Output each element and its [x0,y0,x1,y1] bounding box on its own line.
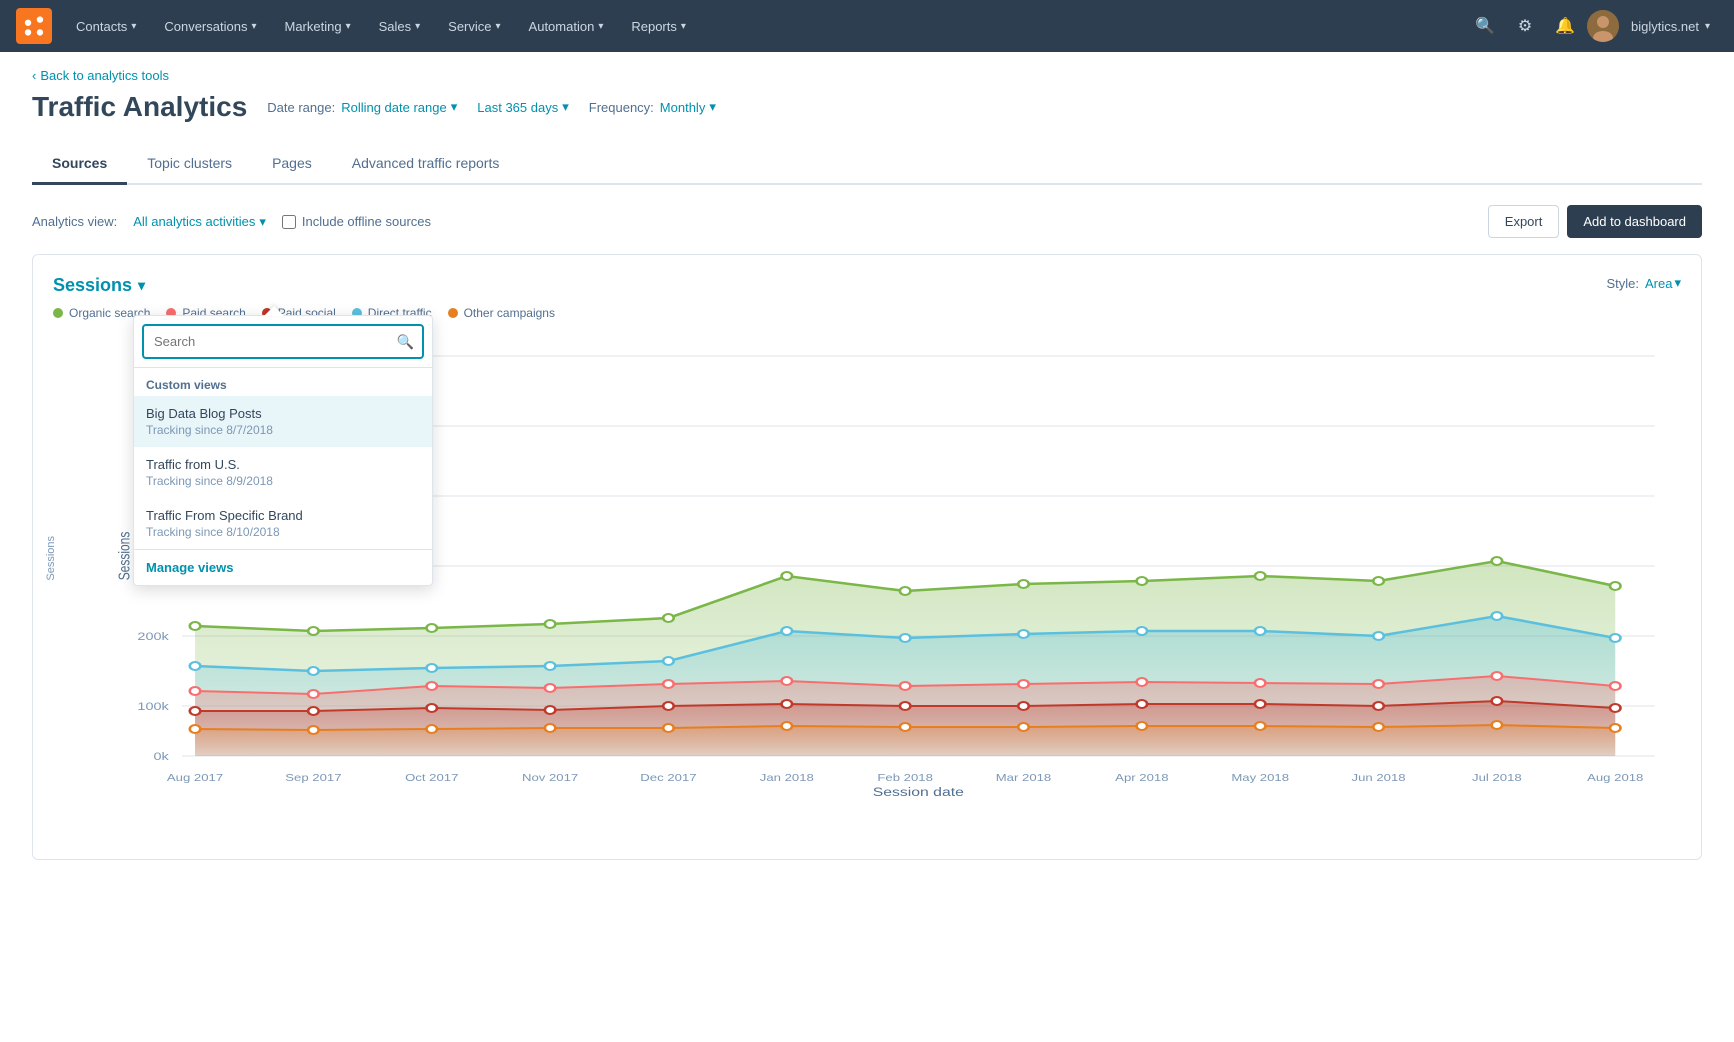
svg-text:Mar 2018: Mar 2018 [996,772,1052,783]
nav-automation[interactable]: Automation ▾ [517,0,616,52]
chevron-down-icon: ▾ [496,21,501,32]
chevron-down-icon: ▾ [562,99,569,115]
navbar: Contacts ▾ Conversations ▾ Marketing ▾ S… [0,0,1734,52]
svg-text:Sessions: Sessions [115,532,133,581]
nav-right: 🔍 ⚙ 🔔 biglytics.net ▾ [1467,8,1718,44]
tab-topic-clusters[interactable]: Topic clusters [127,143,252,183]
tab-advanced[interactable]: Advanced traffic reports [332,143,520,183]
svg-text:Aug 2017: Aug 2017 [167,772,223,783]
tab-sources[interactable]: Sources [32,143,127,183]
dropdown-scroll[interactable]: Custom views Big Data Blog Posts Trackin… [134,368,432,549]
date-period-button[interactable]: Last 365 days ▾ [477,99,568,115]
svg-text:Oct 2017: Oct 2017 [405,772,458,783]
dropdown-item-0[interactable]: Big Data Blog Posts Tracking since 8/7/2… [134,396,432,447]
toolbar-right: Export Add to dashboard [1488,205,1702,238]
date-period-group: Last 365 days ▾ [477,99,568,115]
nav-service[interactable]: Service ▾ [436,0,512,52]
svg-text:Sep 2017: Sep 2017 [285,772,341,783]
chart-header: Sessions ▾ Organic search Paid search Pa… [53,275,1681,320]
breadcrumb[interactable]: ‹ Back to analytics tools [32,68,1702,83]
offline-checkbox[interactable] [282,215,296,229]
search-icon[interactable]: 🔍 [1467,8,1503,44]
dropdown-arrow [264,306,284,316]
page-content: ‹ Back to analytics tools Traffic Analyt… [0,52,1734,860]
svg-text:Jun 2018: Jun 2018 [1352,772,1406,783]
svg-text:Dec 2017: Dec 2017 [640,772,696,783]
organic-dot [53,308,63,318]
add-to-dashboard-button[interactable]: Add to dashboard [1567,205,1702,238]
tab-pages[interactable]: Pages [252,143,332,183]
svg-text:Jul 2018: Jul 2018 [1472,772,1522,783]
hubspot-logo[interactable] [16,8,52,44]
tabs: Sources Topic clusters Pages Advanced tr… [32,143,1702,185]
frequency-group: Frequency: Monthly ▾ [589,99,716,115]
search-input[interactable] [142,324,424,359]
nav-sales[interactable]: Sales ▾ [367,0,433,52]
svg-text:May 2018: May 2018 [1231,772,1289,783]
chevron-down-icon: ▾ [598,21,603,32]
chart-container: Sessions ▾ Organic search Paid search Pa… [32,254,1702,860]
nav-marketing[interactable]: Marketing ▾ [272,0,362,52]
nav-conversations[interactable]: Conversations ▾ [152,0,268,52]
svg-text:0k: 0k [153,750,169,763]
chevron-left-icon: ‹ [32,68,36,83]
analytics-view-button[interactable]: All analytics activities ▾ [133,214,266,230]
dropdown-search-area: 🔍 [134,316,432,368]
dropdown-item-2[interactable]: Traffic From Specific Brand Tracking sin… [134,498,432,549]
page-title: Traffic Analytics [32,91,247,123]
chevron-down-icon: ▾ [138,277,145,294]
offline-check: Include offline sources [282,214,431,229]
svg-text:Nov 2017: Nov 2017 [522,772,578,783]
other-dot [448,308,458,318]
metric-selector[interactable]: Sessions ▾ [53,275,555,296]
y-axis-label: Sessions [45,536,57,581]
chevron-down-icon: ▾ [1705,21,1710,32]
svg-text:Aug 2018: Aug 2018 [1587,772,1643,783]
style-button[interactable]: Area ▾ [1645,275,1681,291]
chevron-down-icon: ▾ [259,214,266,230]
legend-other: Other campaigns [448,306,555,320]
custom-views-header: Custom views [134,368,432,396]
style-selector: Style: Area ▾ [1606,275,1681,291]
gear-icon[interactable]: ⚙ [1507,8,1543,44]
svg-text:Feb 2018: Feb 2018 [877,772,933,783]
bell-icon[interactable]: 🔔 [1547,8,1583,44]
frequency-button[interactable]: Monthly ▾ [660,99,716,115]
svg-text:200k: 200k [137,630,169,643]
chevron-down-icon: ▾ [346,21,351,32]
user-menu[interactable]: biglytics.net ▾ [1623,19,1718,34]
avatar[interactable] [1587,10,1619,42]
nav-contacts[interactable]: Contacts ▾ [64,0,148,52]
dropdown-item-1[interactable]: Traffic from U.S. Tracking since 8/9/201… [134,447,432,498]
manage-views-link[interactable]: Manage views [134,549,432,585]
chevron-down-icon: ▾ [709,99,716,115]
date-range-button[interactable]: Rolling date range ▾ [341,99,457,115]
svg-text:Apr 2018: Apr 2018 [1115,772,1168,783]
chevron-down-icon: ▾ [451,99,458,115]
export-button[interactable]: Export [1488,205,1560,238]
chevron-down-icon: ▾ [251,21,256,32]
chevron-down-icon: ▾ [1674,275,1681,291]
date-range-group: Date range: Rolling date range ▾ [267,99,457,115]
chevron-down-icon: ▾ [131,21,136,32]
chevron-down-icon: ▾ [681,21,686,32]
svg-text:Session date: Session date [873,785,964,796]
svg-text:Jan 2018: Jan 2018 [760,772,814,783]
nav-reports[interactable]: Reports ▾ [619,0,698,52]
svg-text:100k: 100k [137,700,169,713]
chevron-down-icon: ▾ [415,21,420,32]
analytics-view-dropdown: 🔍 Custom views Big Data Blog Posts Track… [133,315,433,586]
toolbar: Analytics view: All analytics activities… [32,205,1702,238]
page-header: Traffic Analytics Date range: Rolling da… [32,91,1702,123]
